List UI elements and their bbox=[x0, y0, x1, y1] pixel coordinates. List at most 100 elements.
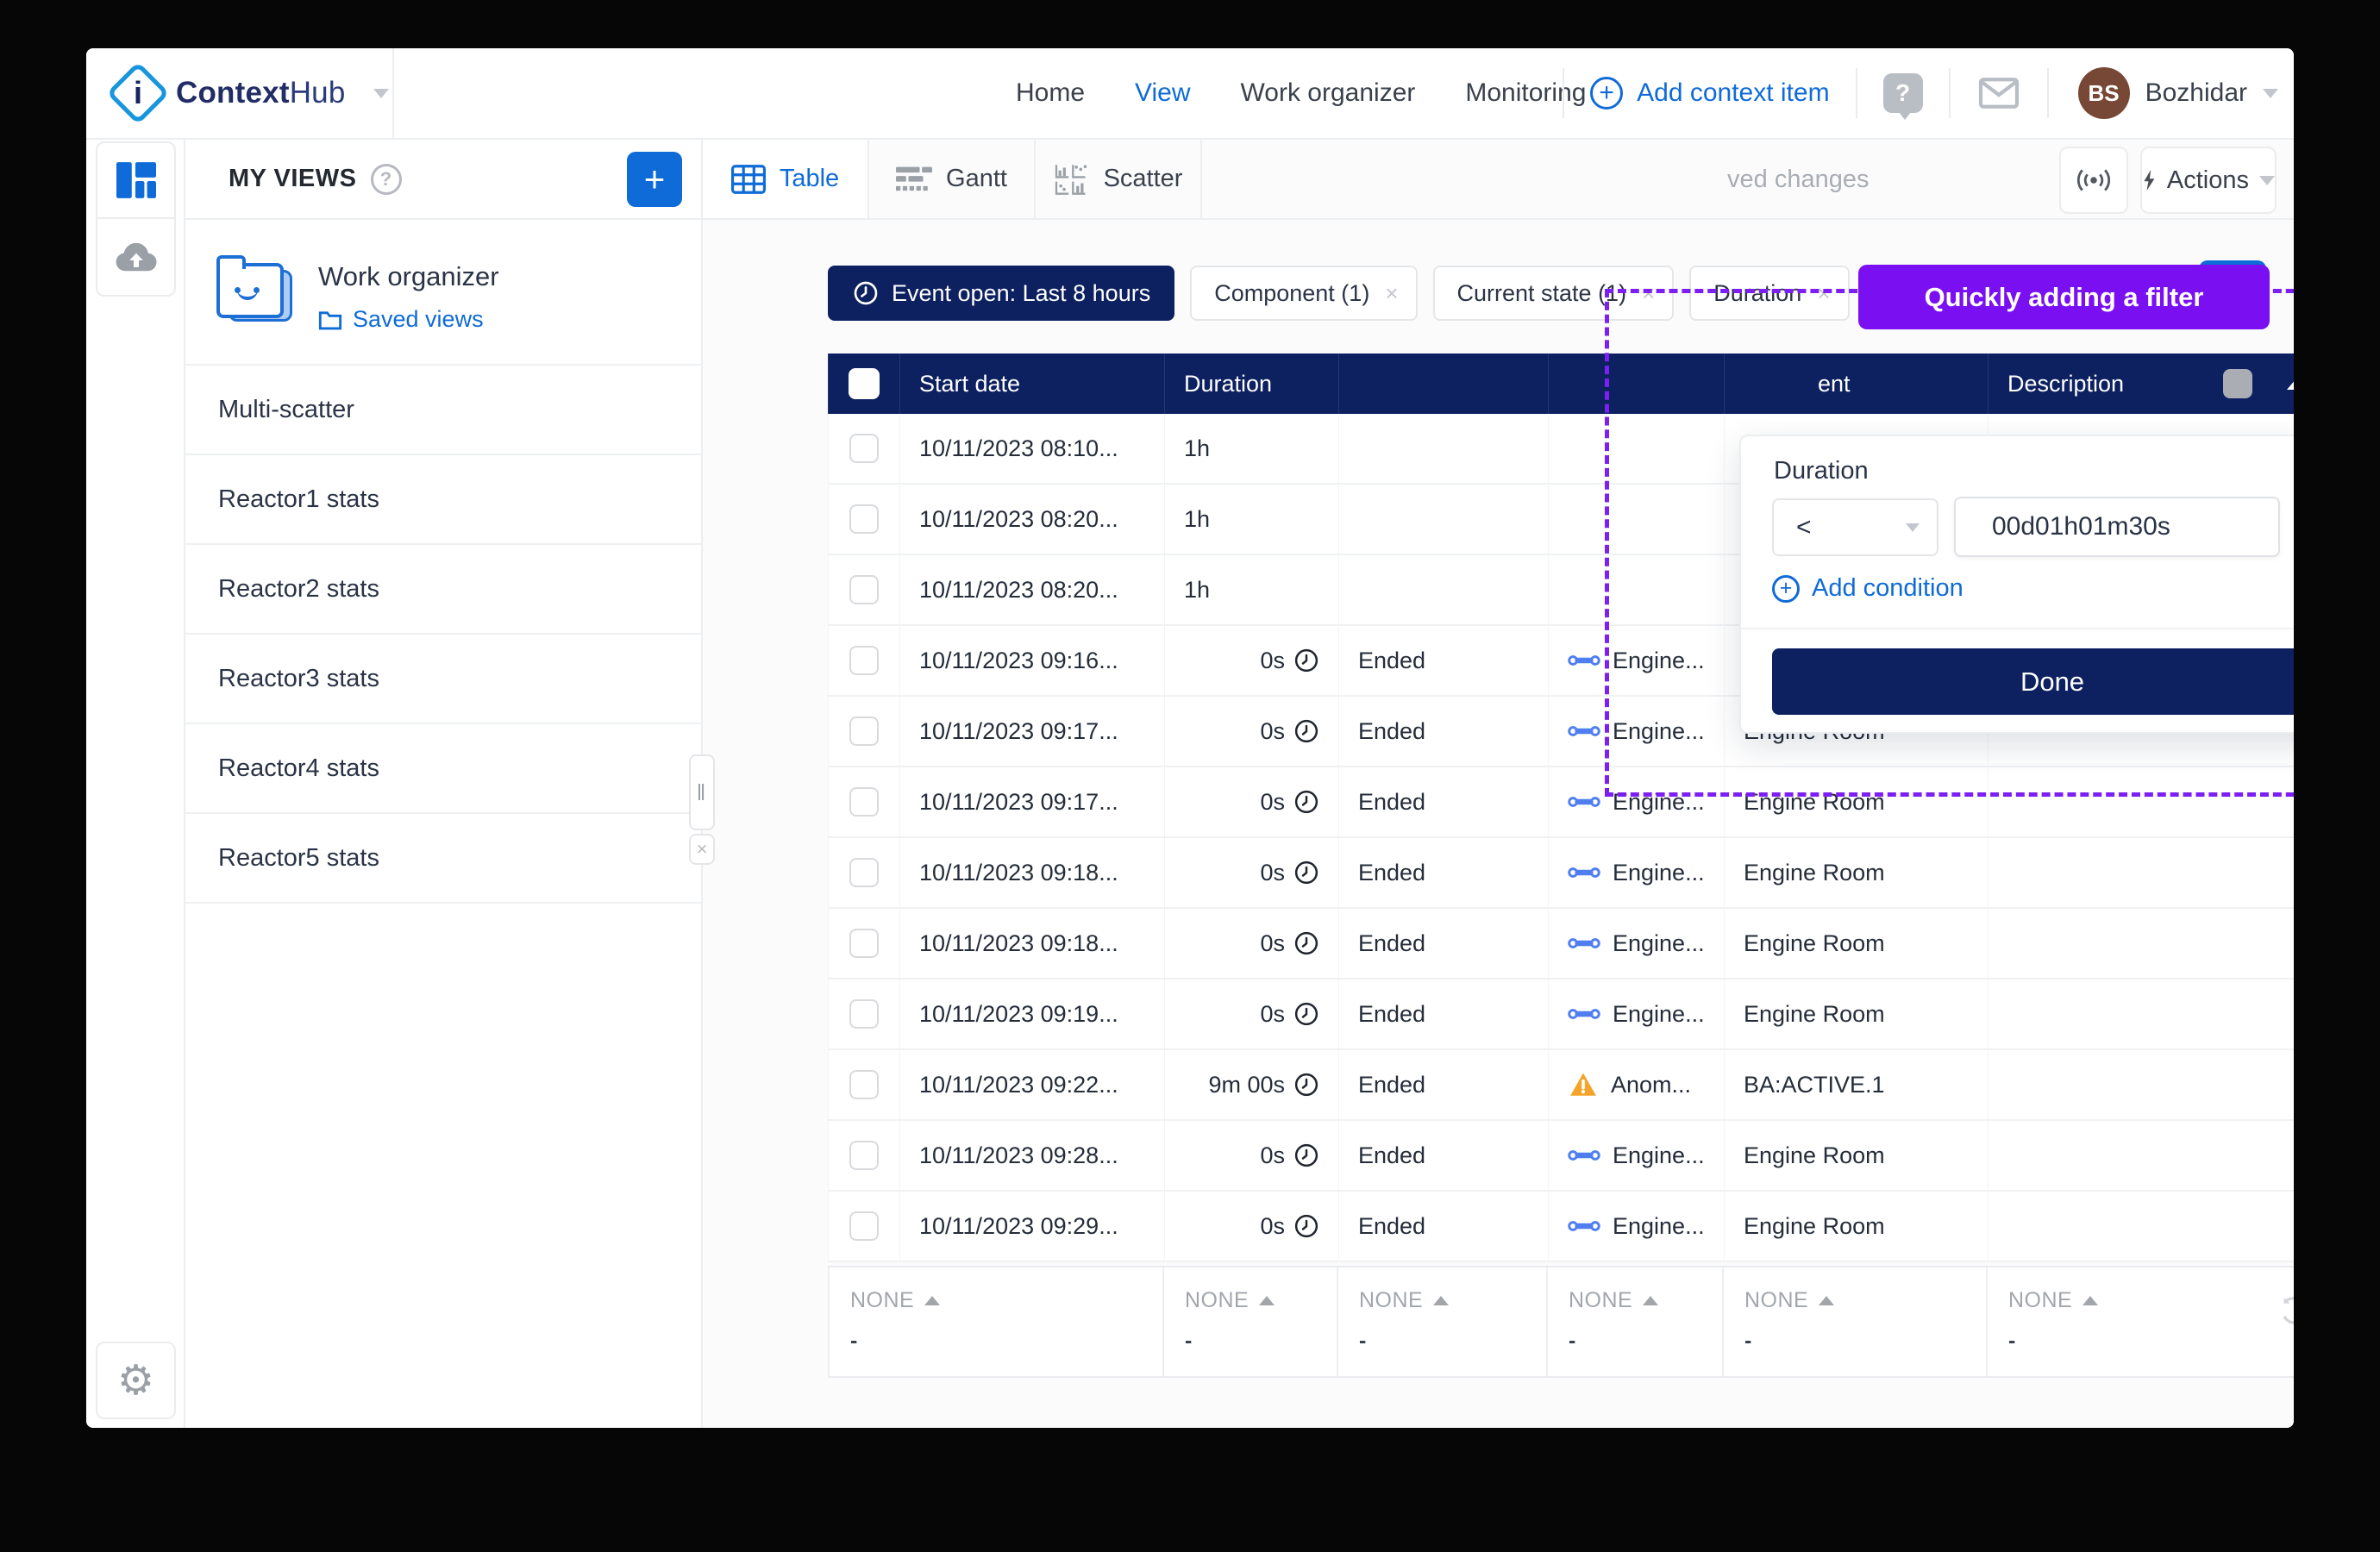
footer-agg-label[interactable]: NONE bbox=[1359, 1288, 1423, 1313]
duration-value-input[interactable] bbox=[1954, 497, 2280, 557]
nav-work-organizer[interactable]: Work organizer bbox=[1241, 78, 1416, 108]
nav-home[interactable]: Home bbox=[1016, 78, 1085, 108]
footer-agg-label[interactable]: NONE bbox=[850, 1288, 914, 1313]
row-checkbox[interactable] bbox=[849, 646, 879, 675]
filter-chip-label: Duration bbox=[1713, 280, 1801, 307]
filter-chip-event-open[interactable]: Event open: Last 8 hours bbox=[828, 266, 1174, 321]
brand-chevron-down-icon[interactable] bbox=[373, 89, 389, 98]
remove-filter-icon[interactable]: × bbox=[1642, 280, 1655, 307]
footer-cell-equipment[interactable]: NONE - bbox=[1724, 1267, 1988, 1376]
footer-value: - bbox=[2008, 1329, 2294, 1354]
footer-cell-component[interactable]: NONE - bbox=[1548, 1267, 1724, 1376]
folder-icon bbox=[318, 310, 342, 330]
sidebar-item-reactor3[interactable]: Reactor3 stats bbox=[185, 635, 701, 724]
select-all-checkbox[interactable] bbox=[849, 368, 880, 399]
footer-cell-state[interactable]: NONE - bbox=[1338, 1267, 1548, 1376]
footer-agg-label[interactable]: NONE bbox=[1744, 1288, 1808, 1313]
row-checkbox[interactable] bbox=[849, 575, 879, 604]
footer-cell-description[interactable]: NONE - bbox=[1988, 1267, 2294, 1376]
table-row[interactable]: 10/11/2023 09:19... 0s Ended Engine... E… bbox=[828, 979, 2294, 1050]
live-updates-button[interactable] bbox=[2059, 147, 2128, 214]
sort-asc-icon[interactable] bbox=[2287, 379, 2294, 390]
filter-chip-component[interactable]: Component (1) × bbox=[1190, 266, 1417, 321]
table-row[interactable]: 10/11/2023 09:29... 0s Ended Engine... E… bbox=[828, 1192, 2294, 1262]
sidebar-item-reactor5[interactable]: Reactor5 stats bbox=[185, 814, 701, 904]
saved-views-link[interactable]: Saved views bbox=[318, 306, 499, 333]
workspace-card[interactable]: Work organizer Saved views bbox=[185, 220, 701, 366]
help-circle-icon[interactable]: ? bbox=[371, 164, 402, 195]
table-row[interactable]: 10/11/2023 09:18... 0s Ended Engine... E… bbox=[828, 909, 2294, 979]
user-menu[interactable]: BS Bozhidar bbox=[2078, 67, 2278, 119]
row-checkbox[interactable] bbox=[849, 717, 879, 746]
tab-gantt[interactable]: Gantt bbox=[869, 140, 1036, 218]
add-view-button[interactable]: + bbox=[627, 152, 682, 207]
sidebar-close-icon[interactable]: × bbox=[689, 834, 715, 865]
sidebar-item-reactor2[interactable]: Reactor2 stats bbox=[185, 545, 701, 635]
upload-button[interactable] bbox=[96, 219, 176, 297]
left-rail: ⚙ bbox=[86, 140, 185, 1428]
row-checkbox[interactable] bbox=[849, 929, 879, 958]
help-icon[interactable]: ? bbox=[1883, 73, 1923, 113]
header-start-date[interactable]: Start date bbox=[899, 354, 1164, 414]
table-row[interactable]: 10/11/2023 09:28... 0s Ended Engine... E… bbox=[828, 1121, 2294, 1192]
sidebar-item-reactor4[interactable]: Reactor4 stats bbox=[185, 724, 701, 814]
cell-equipment: Engine Room bbox=[1724, 838, 1988, 907]
header-component[interactable] bbox=[1548, 354, 1724, 414]
footer-agg-label[interactable]: NONE bbox=[1569, 1288, 1632, 1313]
refresh-icon[interactable] bbox=[2277, 1293, 2294, 1328]
add-condition-button[interactable]: + Add condition bbox=[1772, 574, 1964, 603]
row-checkbox[interactable] bbox=[849, 787, 879, 817]
header-description[interactable]: Description bbox=[1988, 354, 2294, 414]
filter-chip-duration[interactable]: Duration × bbox=[1689, 266, 1849, 321]
table-row[interactable]: 10/11/2023 09:18... 0s Ended Engine... E… bbox=[828, 838, 2294, 909]
table-row[interactable]: 10/11/2023 09:22... 9m 00s Ended Anom...… bbox=[828, 1050, 2294, 1121]
footer-cell-duration[interactable]: NONE - bbox=[1164, 1267, 1338, 1376]
header-description-label: Description bbox=[2007, 371, 2124, 397]
main-nav: Home View Work organizer Monitoring bbox=[1016, 48, 1586, 138]
divider bbox=[1949, 68, 1951, 118]
remove-filter-icon[interactable]: × bbox=[1385, 280, 1398, 307]
sidebar-resize-handle[interactable]: ‖ bbox=[689, 754, 715, 830]
row-checkbox[interactable] bbox=[849, 1211, 879, 1241]
user-name: Bozhidar bbox=[2145, 78, 2247, 108]
cell-start-date: 10/11/2023 08:20... bbox=[899, 485, 1164, 554]
remove-filter-icon[interactable]: × bbox=[1817, 280, 1830, 307]
cell-duration: 0s bbox=[1164, 1121, 1338, 1190]
header-state[interactable] bbox=[1338, 354, 1548, 414]
footer-agg-label[interactable]: NONE bbox=[2008, 1288, 2072, 1313]
row-checkbox[interactable] bbox=[849, 999, 879, 1029]
row-checkbox[interactable] bbox=[849, 858, 879, 887]
logo-block[interactable]: i ContextHub bbox=[86, 48, 394, 138]
settings-button[interactable]: ⚙ bbox=[96, 1342, 176, 1419]
operator-select[interactable]: < bbox=[1772, 498, 1938, 556]
mail-icon[interactable] bbox=[1976, 75, 2021, 111]
sidebar-item-reactor1[interactable]: Reactor1 stats bbox=[185, 455, 701, 545]
add-context-item-label: Add context item bbox=[1637, 78, 1829, 108]
cell-duration: 0s bbox=[1164, 909, 1338, 978]
header-equipment[interactable]: ent bbox=[1724, 354, 1988, 414]
agg-triangle-icon bbox=[924, 1296, 940, 1305]
footer-agg-label[interactable]: NONE bbox=[1185, 1288, 1249, 1313]
row-checkbox[interactable] bbox=[849, 1141, 879, 1170]
footer-cell-start-date[interactable]: NONE - bbox=[828, 1267, 1164, 1376]
add-context-item-button[interactable]: + Add context item bbox=[1590, 77, 1829, 110]
cell-component: Engine... bbox=[1548, 767, 1724, 836]
actions-button[interactable]: Actions bbox=[2140, 147, 2277, 214]
link-icon bbox=[1568, 863, 1600, 882]
description-checkbox[interactable] bbox=[2223, 369, 2252, 398]
cell-state: Ended bbox=[1338, 697, 1548, 766]
dashboard-layout-button[interactable] bbox=[96, 141, 176, 219]
tab-table[interactable]: Table bbox=[703, 140, 869, 218]
row-checkbox[interactable] bbox=[849, 434, 879, 463]
table-row[interactable]: 10/11/2023 09:17... 0s Ended Engine... E… bbox=[828, 767, 2294, 838]
cell-component: Engine... bbox=[1548, 838, 1724, 907]
cell-duration: 0s bbox=[1164, 697, 1338, 766]
tab-scatter[interactable]: Scatter bbox=[1036, 140, 1202, 218]
row-checkbox[interactable] bbox=[849, 504, 879, 534]
sidebar-item-multi-scatter[interactable]: Multi-scatter bbox=[185, 366, 701, 455]
header-duration[interactable]: Duration bbox=[1164, 354, 1338, 414]
done-button[interactable]: Done bbox=[1772, 648, 2294, 715]
row-checkbox[interactable] bbox=[849, 1070, 879, 1099]
nav-view[interactable]: View bbox=[1135, 78, 1190, 108]
filter-chip-current-state[interactable]: Current state (1) × bbox=[1433, 266, 1675, 321]
